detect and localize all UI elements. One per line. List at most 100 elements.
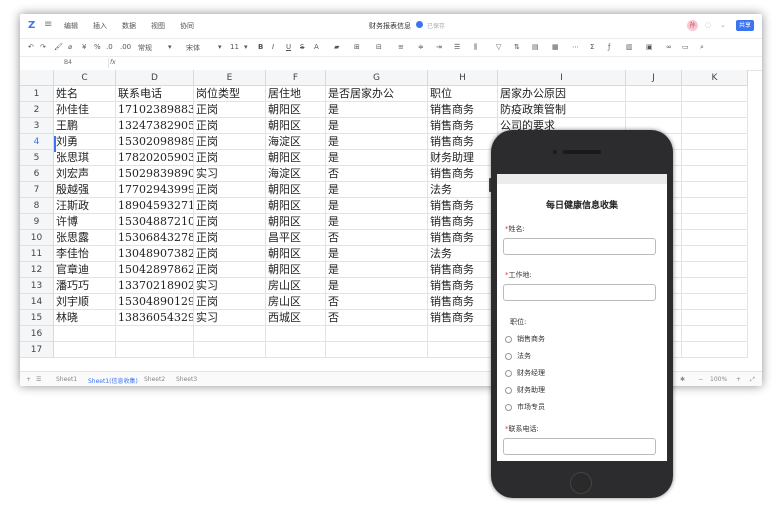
cell-g4[interactable]: 是 <box>326 134 428 150</box>
avatar[interactable]: 孙 <box>687 20 698 31</box>
cell-j1[interactable] <box>626 86 682 102</box>
merge-cells-icon[interactable]: ⊟ <box>376 43 382 51</box>
position-option-finance-manager[interactable]: 财务经理 <box>505 368 545 378</box>
cell-d15[interactable]: 13836054329 <box>116 310 194 326</box>
cell-h2[interactable]: 销售商务 <box>428 102 498 118</box>
cell-f4[interactable]: 海淀区 <box>266 134 326 150</box>
decimal-icon[interactable]: .0 <box>106 43 113 51</box>
cell-g6[interactable]: 否 <box>326 166 428 182</box>
sheet-list-icon[interactable]: ☰ <box>36 376 41 383</box>
cell-f1[interactable]: 居住地 <box>266 86 326 102</box>
cell-e8[interactable]: 正岗 <box>194 198 266 214</box>
cell-d10[interactable]: 15306843278 <box>116 230 194 246</box>
position-option-legal[interactable]: 法务 <box>505 351 531 361</box>
sheet-tab-3[interactable]: Sheet2 <box>144 376 165 383</box>
cell-e15[interactable]: 实习 <box>194 310 266 326</box>
sheet-tab-1[interactable]: Sheet1 <box>56 376 77 383</box>
cell-k2[interactable] <box>682 102 748 118</box>
bold-icon[interactable]: B <box>258 43 263 51</box>
column-header-c[interactable]: C <box>54 70 116 86</box>
row-header-8[interactable]: 8 <box>20 198 54 214</box>
italic-icon[interactable]: I <box>272 43 274 51</box>
cell-c1[interactable]: 姓名 <box>54 86 116 102</box>
cell-k1[interactable] <box>682 86 748 102</box>
cell-h5[interactable]: 财务助理 <box>428 150 498 166</box>
image-icon[interactable]: ▣ <box>646 43 653 51</box>
cell-e13[interactable]: 实习 <box>194 278 266 294</box>
cell-e7[interactable]: 正岗 <box>194 182 266 198</box>
cell-k16[interactable] <box>682 326 748 342</box>
align-icon[interactable]: ≡ <box>398 43 404 51</box>
cell-d1[interactable]: 联系电话 <box>116 86 194 102</box>
cell-e5[interactable]: 正岗 <box>194 150 266 166</box>
cell-g2[interactable]: 是 <box>326 102 428 118</box>
cell-g7[interactable]: 是 <box>326 182 428 198</box>
row-header-6[interactable]: 6 <box>20 166 54 182</box>
sort-icon[interactable]: ⇅ <box>514 43 520 51</box>
cell-k15[interactable] <box>682 310 748 326</box>
cell-c4[interactable]: 刘勇 <box>54 134 116 150</box>
row-header-16[interactable]: 16 <box>20 326 54 342</box>
cell-c7[interactable]: 殷越强 <box>54 182 116 198</box>
cell-g9[interactable]: 是 <box>326 214 428 230</box>
cell-f9[interactable]: 朝阳区 <box>266 214 326 230</box>
underline-icon[interactable]: U <box>286 43 291 51</box>
cell-h8[interactable]: 销售商务 <box>428 198 498 214</box>
cell-c15[interactable]: 林晓 <box>54 310 116 326</box>
name-field[interactable] <box>503 238 656 255</box>
row-header-2[interactable]: 2 <box>20 102 54 118</box>
menu-view[interactable]: 视图 <box>151 21 165 31</box>
position-option-marketing[interactable]: 市场专员 <box>505 402 545 412</box>
cell-h10[interactable]: 销售商务 <box>428 230 498 246</box>
cell-h16[interactable] <box>428 326 498 342</box>
column-header-d[interactable]: D <box>116 70 194 86</box>
sum-icon[interactable]: Σ <box>590 43 594 51</box>
column-header-j[interactable]: J <box>626 70 682 86</box>
row-header-3[interactable]: 3 <box>20 118 54 134</box>
columns-icon[interactable]: ⫼ <box>474 43 477 52</box>
cell-k17[interactable] <box>682 342 748 358</box>
cell-f12[interactable]: 朝阳区 <box>266 262 326 278</box>
cell-j2[interactable] <box>626 102 682 118</box>
cell-d8[interactable]: 18904593271 <box>116 198 194 214</box>
cell-c2[interactable]: 孙佳佳 <box>54 102 116 118</box>
cell-c10[interactable]: 张思露 <box>54 230 116 246</box>
cell-h9[interactable]: 销售商务 <box>428 214 498 230</box>
cell-e10[interactable]: 正岗 <box>194 230 266 246</box>
sheet-tab-4[interactable]: Sheet3 <box>176 376 197 383</box>
cell-g13[interactable]: 是 <box>326 278 428 294</box>
cell-f5[interactable]: 朝阳区 <box>266 150 326 166</box>
chevron-down-icon[interactable]: ▾ <box>218 43 222 51</box>
cell-c3[interactable]: 王鹏 <box>54 118 116 134</box>
row-header-10[interactable]: 10 <box>20 230 54 246</box>
redo-icon[interactable]: ↷ <box>40 43 46 51</box>
fill-color-icon[interactable]: ▰ <box>334 43 339 51</box>
clear-format-icon[interactable]: ⌀ <box>68 43 72 51</box>
position-option-sales[interactable]: 销售商务 <box>505 334 545 344</box>
cell-d9[interactable]: 15304887210 <box>116 214 194 230</box>
cell-k7[interactable] <box>682 182 748 198</box>
rows-icon[interactable]: ☰ <box>454 43 460 51</box>
cell-g14[interactable]: 否 <box>326 294 428 310</box>
cell-h7[interactable]: 法务 <box>428 182 498 198</box>
cell-d17[interactable] <box>116 342 194 358</box>
cell-c12[interactable]: 官章迪 <box>54 262 116 278</box>
cell-h17[interactable] <box>428 342 498 358</box>
zoom-in-icon[interactable]: + <box>736 376 741 383</box>
cell-d13[interactable]: 13370218902 <box>116 278 194 294</box>
cell-f14[interactable]: 房山区 <box>266 294 326 310</box>
cell-c16[interactable] <box>54 326 116 342</box>
row-header-17[interactable]: 17 <box>20 342 54 358</box>
chart-icon[interactable]: ▥ <box>626 43 633 51</box>
cell-c6[interactable]: 刘宏声 <box>54 166 116 182</box>
cell-e9[interactable]: 正岗 <box>194 214 266 230</box>
cell-e12[interactable]: 正岗 <box>194 262 266 278</box>
cell-f11[interactable]: 朝阳区 <box>266 246 326 262</box>
cell-h4[interactable]: 销售商务 <box>428 134 498 150</box>
search-icon[interactable]: ⌕ <box>700 43 704 52</box>
cell-reference-box[interactable]: B4 <box>28 58 109 68</box>
cell-g3[interactable]: 是 <box>326 118 428 134</box>
cell-h6[interactable]: 销售商务 <box>428 166 498 182</box>
row-header-12[interactable]: 12 <box>20 262 54 278</box>
fit-icon[interactable]: ⤢ <box>750 376 755 384</box>
